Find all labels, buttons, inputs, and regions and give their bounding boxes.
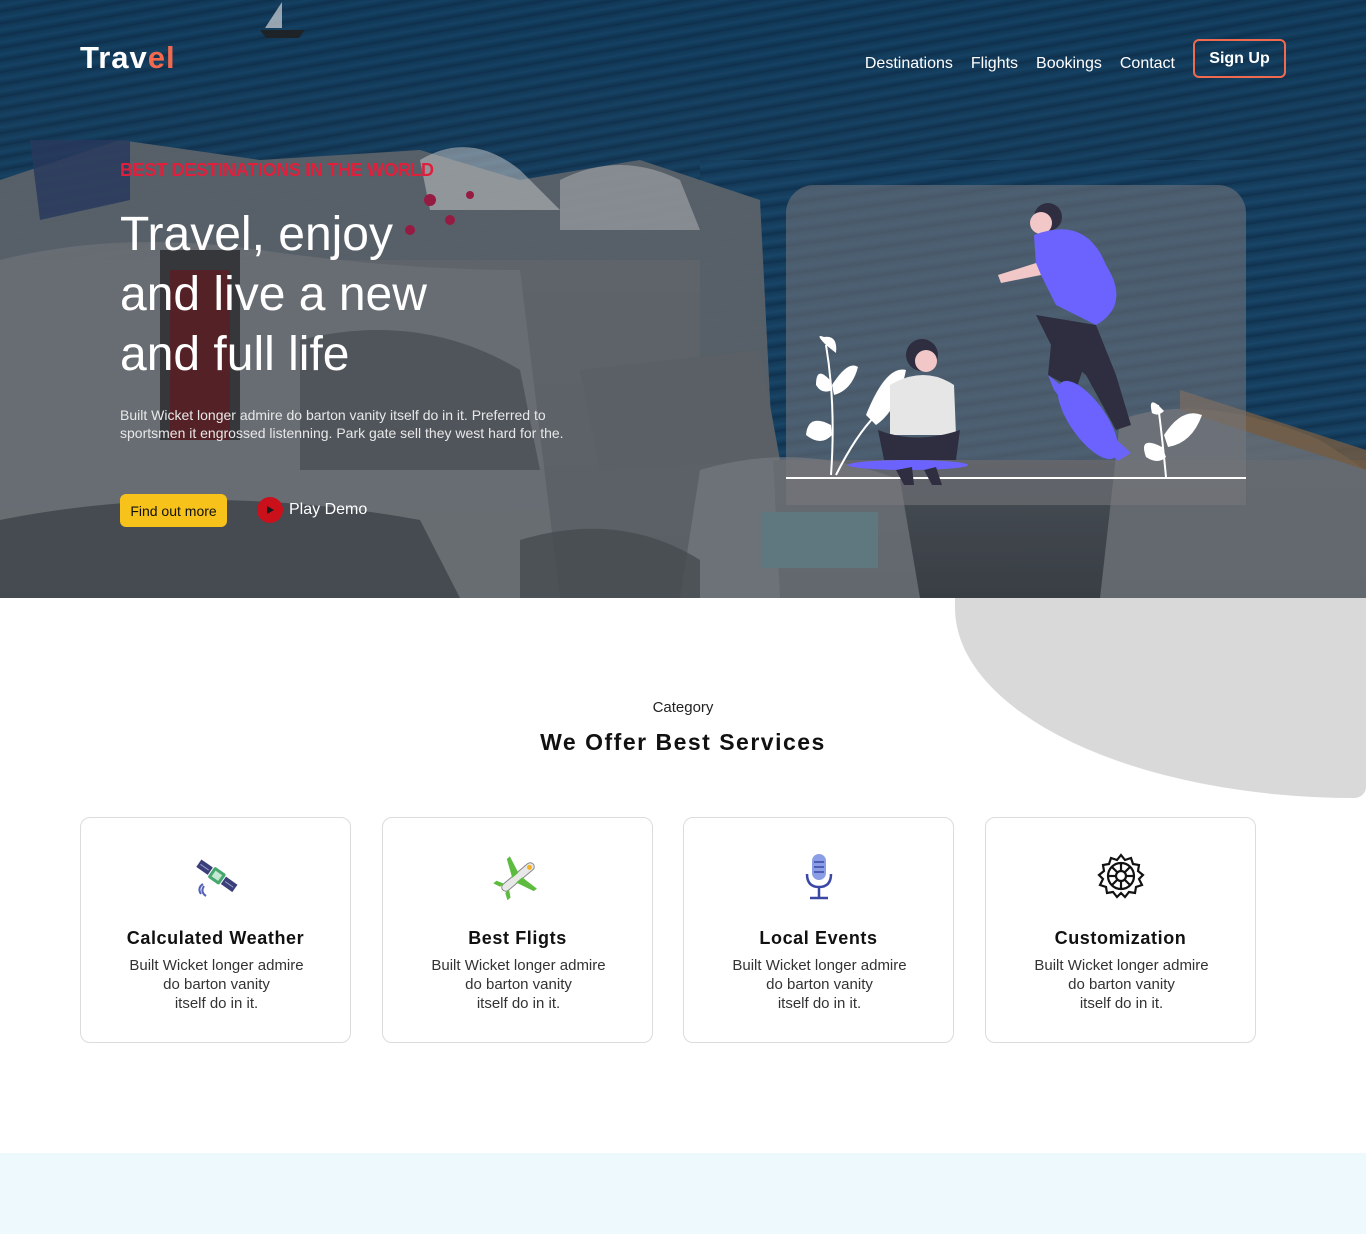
service-card-text: Built Wicket longer admire do barton van…: [1031, 956, 1212, 1013]
service-card-title: Local Events: [759, 928, 878, 948]
service-card-text-line: Built Wicket longer admire: [431, 957, 606, 974]
brand-logo-suffix: el: [147, 40, 176, 75]
service-card-text-line: do barton vanity: [1068, 976, 1175, 993]
main-nav: Destinations Flights Bookings Contact Si…: [865, 39, 1286, 78]
hero-headline-line: and full life: [120, 328, 350, 381]
brand-logo[interactable]: Travel: [80, 40, 176, 76]
service-card-weather[interactable]: Calculated Weather Built Wicket longer a…: [80, 817, 351, 1043]
hero-headline-line: and live a new: [120, 268, 427, 321]
skateboarders-illustration: [786, 203, 1246, 485]
hero-section: Travel Destinations Flights Bookings Con…: [0, 0, 1366, 598]
service-card-text-line: itself do in it.: [1079, 995, 1164, 1012]
hero-eyebrow: BEST DESTINATIONS IN THE WORLD: [120, 160, 434, 180]
services-cards: Calculated Weather Built Wicket longer a…: [80, 817, 1256, 1043]
brand-logo-prefix: Trav: [80, 40, 148, 75]
service-card-flights[interactable]: Best Fligts Built Wicket longer admire d…: [382, 817, 653, 1043]
service-card-text-line: itself do in it.: [174, 995, 259, 1012]
service-card-events[interactable]: Local Events Built Wicket longer admire …: [683, 817, 954, 1043]
service-card-text: Built Wicket longer admire do barton van…: [428, 956, 609, 1013]
play-demo-label: Play Demo: [289, 501, 368, 518]
service-card-text: Built Wicket longer admire do barton van…: [126, 956, 307, 1013]
service-card-text-line: Built Wicket longer admire: [129, 957, 304, 974]
gear-icon: [1097, 853, 1145, 899]
nav-link-flights[interactable]: Flights: [971, 55, 1018, 73]
services-category-label: Category: [652, 699, 714, 716]
service-card-text-line: Built Wicket longer admire: [732, 957, 907, 974]
service-card-text-line: Built Wicket longer admire: [1034, 957, 1209, 974]
service-card-text-line: do barton vanity: [163, 976, 270, 993]
hero-headline: Travel, enjoy and live a new and full li…: [120, 205, 590, 385]
service-card-text: Built Wicket longer admire do barton van…: [729, 956, 910, 1013]
signup-button[interactable]: Sign Up: [1193, 39, 1286, 78]
nav-link-bookings[interactable]: Bookings: [1036, 55, 1102, 73]
next-section-band: [0, 1153, 1366, 1234]
service-card-text-line: itself do in it.: [476, 995, 561, 1012]
service-card-customization[interactable]: Customization Built Wicket longer admire…: [985, 817, 1256, 1043]
service-card-title: Calculated Weather: [126, 928, 305, 948]
nav-link-destinations[interactable]: Destinations: [865, 55, 953, 73]
play-demo-button[interactable]: Play Demo: [257, 497, 367, 523]
satellite-icon: [196, 859, 238, 897]
airplane-icon: [493, 856, 537, 901]
hero-description: Built Wicket longer admire do barton van…: [120, 407, 564, 441]
nav-link-contact[interactable]: Contact: [1120, 55, 1175, 73]
service-card-text-line: itself do in it.: [777, 995, 862, 1012]
sailboat-icon: [260, 2, 305, 38]
service-card-text-line: do barton vanity: [766, 976, 873, 993]
services-title: We Offer Best Services: [540, 729, 826, 755]
service-card-text-line: do barton vanity: [465, 976, 572, 993]
find-out-more-button[interactable]: Find out more: [120, 494, 227, 527]
service-card-title: Best Fligts: [468, 928, 567, 948]
decorative-blob: [955, 598, 1366, 798]
hero-headline-line: Travel, enjoy: [120, 208, 393, 261]
microphone-icon: [805, 854, 833, 900]
play-icon: [257, 497, 283, 523]
service-card-title: Customization: [1054, 928, 1187, 948]
